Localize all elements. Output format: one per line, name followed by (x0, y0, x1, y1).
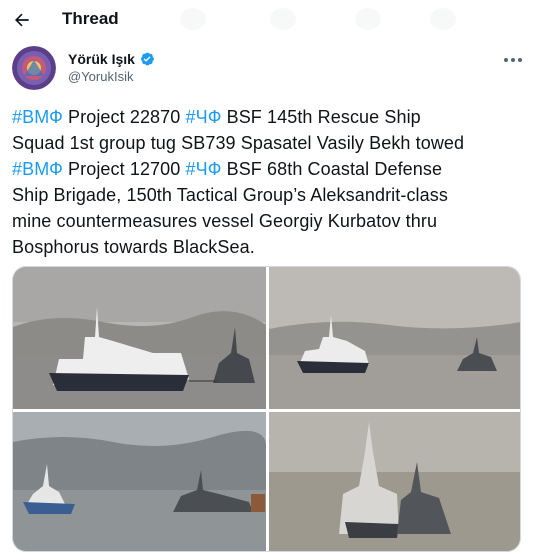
faded-icon (270, 8, 296, 30)
author-handle[interactable]: @YorukIsik (68, 69, 133, 84)
tweet-text-segment: Bosphorus towards BlackSea. (12, 237, 255, 257)
tweet-text-line: #ВМФ Project 22870 #ЧФ BSF 145th Rescue … (12, 104, 528, 130)
tweet-text-segment: BSF 68th Coastal Defense (221, 159, 443, 179)
verified-badge-icon (140, 52, 154, 66)
hashtag-link[interactable]: #ВМФ (12, 159, 63, 179)
avatar-emblem-icon (12, 46, 56, 90)
faded-icon (430, 8, 456, 30)
tweet-text-line: mine countermeasures vessel Georgiy Kurb… (12, 208, 528, 234)
tweet-text-segment: mine countermeasures vessel Georgiy Kurb… (12, 211, 438, 231)
back-button[interactable] (8, 6, 36, 34)
arrow-left-icon (15, 13, 29, 27)
more-options-button[interactable] (498, 48, 528, 72)
tweet-text-line: Bosphorus towards BlackSea. (12, 234, 528, 260)
photo-1[interactable] (13, 267, 266, 409)
tweet-text: #ВМФ Project 22870 #ЧФ BSF 145th Rescue … (12, 104, 528, 260)
hashtag-link[interactable]: #ВМФ (12, 107, 63, 127)
more-horizontal-icon (504, 58, 508, 62)
faded-icon (355, 8, 381, 30)
tweet-text-line: #ВМФ Project 12700 #ЧФ BSF 68th Coastal … (12, 156, 528, 182)
photo-2[interactable] (269, 267, 520, 409)
hashtag-link[interactable]: #ЧФ (185, 159, 221, 179)
tweet-text-segment: Squad 1st group tug SB739 Spasatel Vasil… (12, 133, 465, 153)
tweet-text-segment: Project 12700 (62, 159, 186, 179)
media-grid (12, 266, 521, 552)
tweet-text-segment: Ship Brigade, 150th Tactical Group’s Ale… (12, 185, 448, 205)
page-title: Thread (62, 9, 119, 28)
tweet-text-segment: BSF 145th Rescue Ship (221, 107, 421, 127)
tweet-text-segment: Project 22870 (62, 107, 186, 127)
avatar[interactable] (12, 46, 56, 90)
top-bar: Thread (0, 0, 540, 40)
author-name-text: Yörük Işık (68, 51, 135, 67)
photo-4[interactable] (269, 412, 520, 551)
hashtag-link[interactable]: #ЧФ (185, 107, 221, 127)
tweet-text-line: Ship Brigade, 150th Tactical Group’s Ale… (12, 182, 528, 208)
faded-icon (180, 8, 206, 30)
photo-3[interactable] (13, 412, 266, 551)
faded-toolbar-icons (170, 6, 510, 34)
tweet-text-line: Squad 1st group tug SB739 Spasatel Vasil… (12, 130, 528, 156)
author-name[interactable]: Yörük Işık (68, 51, 155, 67)
